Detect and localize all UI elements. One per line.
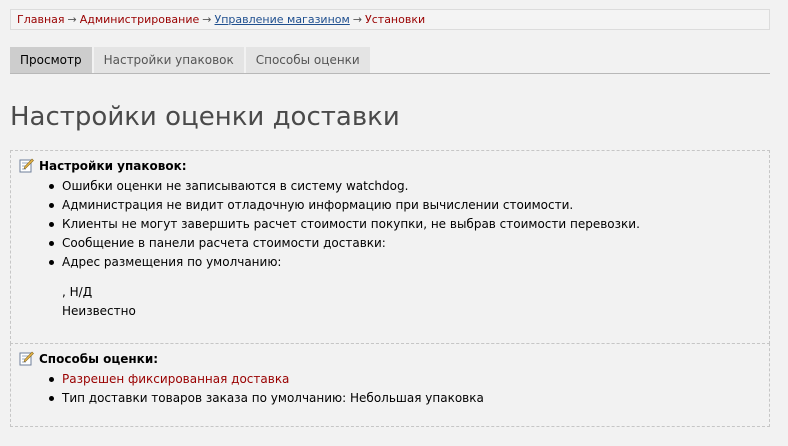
section-heading: Способы оценки: (39, 351, 159, 366)
list-item: Ошибки оценки не записываются в систему … (49, 177, 640, 196)
list-item-flat-rate[interactable]: Разрешен фиксированная доставка (49, 370, 484, 389)
tab-package-settings[interactable]: Настройки упаковок (93, 47, 244, 73)
edit-icon[interactable] (19, 351, 34, 366)
breadcrumb-separator: → (202, 13, 212, 26)
page-title: Настройки оценки доставки (10, 102, 400, 132)
tab-view[interactable]: Просмотр (10, 47, 92, 73)
tab-quote-methods[interactable]: Способы оценки (245, 47, 370, 73)
quote-methods-panel: Способы оценки: Разрешен фиксированная д… (10, 343, 770, 427)
package-settings-list: Ошибки оценки не записываются в систему … (49, 177, 640, 272)
edit-icon[interactable] (19, 158, 34, 173)
quote-methods-list: Разрешен фиксированная доставка Тип дост… (49, 370, 484, 408)
breadcrumb-separator: → (352, 13, 363, 26)
breadcrumb: Главная → Администрирование → Управление маг… (10, 9, 770, 30)
breadcrumb-home[interactable]: Главная (17, 13, 65, 26)
list-item: Адрес размещения по умолчанию: (49, 253, 640, 272)
breadcrumb-administration[interactable]: Администрирование (80, 13, 200, 26)
quote-methods-heading: Способы оценки: (19, 351, 158, 366)
breadcrumb-settings[interactable]: Установки (365, 13, 425, 26)
breadcrumb-store-management[interactable]: Управление магазином (215, 13, 350, 26)
package-settings-panel: Настройки упаковок: Ошибки оценки не зап… (10, 150, 770, 344)
tab-bar: Просмотр Настройки упаковок Способы оцен… (10, 47, 770, 74)
package-settings-heading: Настройки упаковок: (19, 158, 187, 173)
list-item: Клиенты не могут завершить расчет стоимо… (49, 215, 640, 234)
default-address-line: , Н/Д (62, 285, 93, 299)
list-item: Администрация не видит отладочную информ… (49, 196, 640, 215)
list-item: Сообщение в панели расчета стоимости дос… (49, 234, 640, 253)
list-item: Тип доставки товаров заказа по умолчанию… (49, 389, 484, 408)
default-address-line: Неизвестно (62, 304, 136, 318)
section-heading: Настройки упаковок: (39, 158, 187, 173)
breadcrumb-separator: → (67, 13, 77, 26)
